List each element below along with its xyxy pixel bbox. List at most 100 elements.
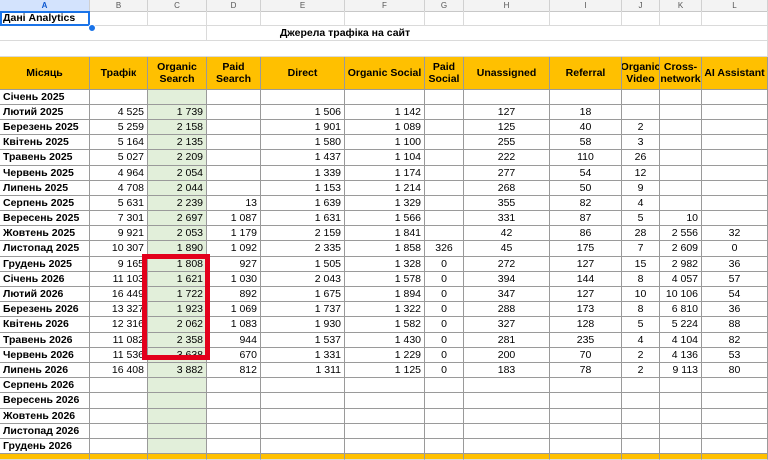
paid-social-cell[interactable] bbox=[425, 211, 464, 227]
footer-cell[interactable] bbox=[660, 454, 702, 460]
cross-network-cell[interactable]: 5 224 bbox=[660, 317, 702, 333]
organic-search-cell[interactable]: 2 053 bbox=[148, 226, 207, 242]
paid-social-cell[interactable] bbox=[425, 378, 464, 394]
ai-assistant-cell[interactable] bbox=[702, 165, 768, 181]
referral-cell[interactable]: 78 bbox=[550, 362, 622, 379]
paid-search-cell[interactable] bbox=[207, 180, 261, 196]
column-letter-b[interactable]: B bbox=[90, 0, 148, 11]
organic-search-cell[interactable] bbox=[148, 393, 207, 409]
paid-social-cell[interactable]: 0 bbox=[425, 256, 464, 272]
column-letter-a[interactable]: A bbox=[0, 0, 90, 11]
paid-social-cell[interactable]: 326 bbox=[425, 241, 464, 257]
organic-video-cell[interactable]: 4 bbox=[622, 332, 660, 348]
cross-network-cell[interactable]: 6 810 bbox=[660, 302, 702, 318]
ai-assistant-cell[interactable]: 82 bbox=[702, 332, 768, 348]
organic-social-cell[interactable]: 1 142 bbox=[345, 104, 425, 120]
organic-search-cell[interactable] bbox=[148, 408, 207, 424]
month-cell[interactable]: Грудень 2026 bbox=[0, 438, 90, 455]
footer-cell[interactable] bbox=[90, 454, 148, 460]
unassigned-cell[interactable]: 394 bbox=[464, 271, 550, 287]
unassigned-cell[interactable]: 277 bbox=[464, 165, 550, 181]
ai-assistant-cell[interactable] bbox=[702, 438, 768, 455]
organic-social-cell[interactable]: 1 089 bbox=[345, 119, 425, 136]
month-cell[interactable]: Березень 2025 bbox=[0, 119, 90, 136]
cell-h2[interactable] bbox=[483, 26, 768, 42]
organic-search-cell[interactable]: 2 697 bbox=[148, 211, 207, 227]
direct-cell[interactable]: 2 159 bbox=[261, 226, 345, 242]
referral-cell[interactable]: 127 bbox=[550, 256, 622, 272]
paid-search-cell[interactable] bbox=[207, 438, 261, 455]
month-cell[interactable]: Січень 2026 bbox=[0, 271, 90, 287]
direct-cell[interactable]: 1 505 bbox=[261, 256, 345, 272]
organic-search-cell[interactable]: 3 882 bbox=[148, 362, 207, 379]
unassigned-cell[interactable]: 288 bbox=[464, 302, 550, 318]
cross-network-cell[interactable] bbox=[660, 195, 702, 212]
paid-search-cell[interactable] bbox=[207, 378, 261, 394]
traffic-cell[interactable]: 16 449 bbox=[90, 287, 148, 303]
organic-search-cell[interactable]: 2 044 bbox=[148, 180, 207, 196]
organic-social-cell[interactable]: 1 430 bbox=[345, 332, 425, 348]
cross-network-cell[interactable] bbox=[660, 180, 702, 196]
organic-social-cell[interactable]: 1 174 bbox=[345, 165, 425, 181]
referral-cell[interactable]: 58 bbox=[550, 135, 622, 151]
organic-search-cell[interactable] bbox=[148, 378, 207, 394]
direct-cell[interactable]: 1 930 bbox=[261, 317, 345, 333]
direct-cell[interactable]: 2 335 bbox=[261, 241, 345, 257]
paid-search-cell[interactable]: 1 030 bbox=[207, 271, 261, 287]
paid-social-cell[interactable] bbox=[425, 408, 464, 424]
organic-search-cell[interactable]: 2 054 bbox=[148, 165, 207, 181]
referral-cell[interactable]: 235 bbox=[550, 332, 622, 348]
paid-social-cell[interactable] bbox=[425, 195, 464, 212]
column-letter-c[interactable]: C bbox=[148, 0, 207, 11]
unassigned-cell[interactable]: 125 bbox=[464, 119, 550, 136]
month-cell[interactable]: Жовтень 2025 bbox=[0, 226, 90, 242]
traffic-cell[interactable] bbox=[90, 89, 148, 105]
cell-h1[interactable] bbox=[464, 11, 550, 27]
paid-social-cell[interactable]: 0 bbox=[425, 317, 464, 333]
unassigned-cell[interactable]: 327 bbox=[464, 317, 550, 333]
organic-social-cell[interactable]: 1 578 bbox=[345, 271, 425, 287]
month-cell[interactable]: Листопад 2026 bbox=[0, 423, 90, 439]
ai-assistant-cell[interactable] bbox=[702, 150, 768, 166]
organic-social-cell[interactable] bbox=[345, 438, 425, 455]
paid-social-cell[interactable] bbox=[425, 226, 464, 242]
column-letter-f[interactable]: F bbox=[345, 0, 425, 11]
column-letter-d[interactable]: D bbox=[207, 0, 261, 11]
referral-cell[interactable]: 70 bbox=[550, 347, 622, 363]
traffic-cell[interactable]: 5 259 bbox=[90, 119, 148, 136]
organic-video-cell[interactable] bbox=[622, 393, 660, 409]
ai-assistant-cell[interactable] bbox=[702, 89, 768, 105]
cell-k1[interactable] bbox=[660, 11, 702, 27]
unassigned-cell[interactable] bbox=[464, 378, 550, 394]
referral-cell[interactable]: 173 bbox=[550, 302, 622, 318]
referral-cell[interactable]: 175 bbox=[550, 241, 622, 257]
referral-cell[interactable] bbox=[550, 89, 622, 105]
month-cell[interactable]: Грудень 2025 bbox=[0, 256, 90, 272]
organic-search-cell[interactable]: 1 739 bbox=[148, 104, 207, 120]
traffic-cell[interactable]: 10 307 bbox=[90, 241, 148, 257]
column-letter-e[interactable]: E bbox=[261, 0, 345, 11]
organic-social-cell[interactable]: 1 100 bbox=[345, 135, 425, 151]
referral-cell[interactable] bbox=[550, 408, 622, 424]
month-cell[interactable]: Березень 2026 bbox=[0, 302, 90, 318]
traffic-cell[interactable]: 4 708 bbox=[90, 180, 148, 196]
organic-video-cell[interactable]: 15 bbox=[622, 256, 660, 272]
ai-assistant-cell[interactable]: 36 bbox=[702, 256, 768, 272]
direct-cell[interactable]: 1 631 bbox=[261, 211, 345, 227]
month-cell[interactable]: Червень 2025 bbox=[0, 165, 90, 181]
cross-network-cell[interactable] bbox=[660, 135, 702, 151]
organic-search-cell[interactable]: 2 209 bbox=[148, 150, 207, 166]
paid-social-cell[interactable] bbox=[425, 119, 464, 136]
direct-cell[interactable]: 1 331 bbox=[261, 347, 345, 363]
organic-social-cell[interactable]: 1 214 bbox=[345, 180, 425, 196]
organic-video-cell[interactable]: 2 bbox=[622, 362, 660, 379]
ai-assistant-cell[interactable] bbox=[702, 211, 768, 227]
paid-search-cell[interactable]: 1 083 bbox=[207, 317, 261, 333]
ai-assistant-cell[interactable]: 88 bbox=[702, 317, 768, 333]
paid-social-cell[interactable]: 0 bbox=[425, 332, 464, 348]
ai-assistant-cell[interactable] bbox=[702, 195, 768, 212]
paid-social-cell[interactable] bbox=[425, 135, 464, 151]
organic-video-cell[interactable]: 2 bbox=[622, 119, 660, 136]
organic-social-cell[interactable]: 1 841 bbox=[345, 226, 425, 242]
direct-cell[interactable]: 2 043 bbox=[261, 271, 345, 287]
